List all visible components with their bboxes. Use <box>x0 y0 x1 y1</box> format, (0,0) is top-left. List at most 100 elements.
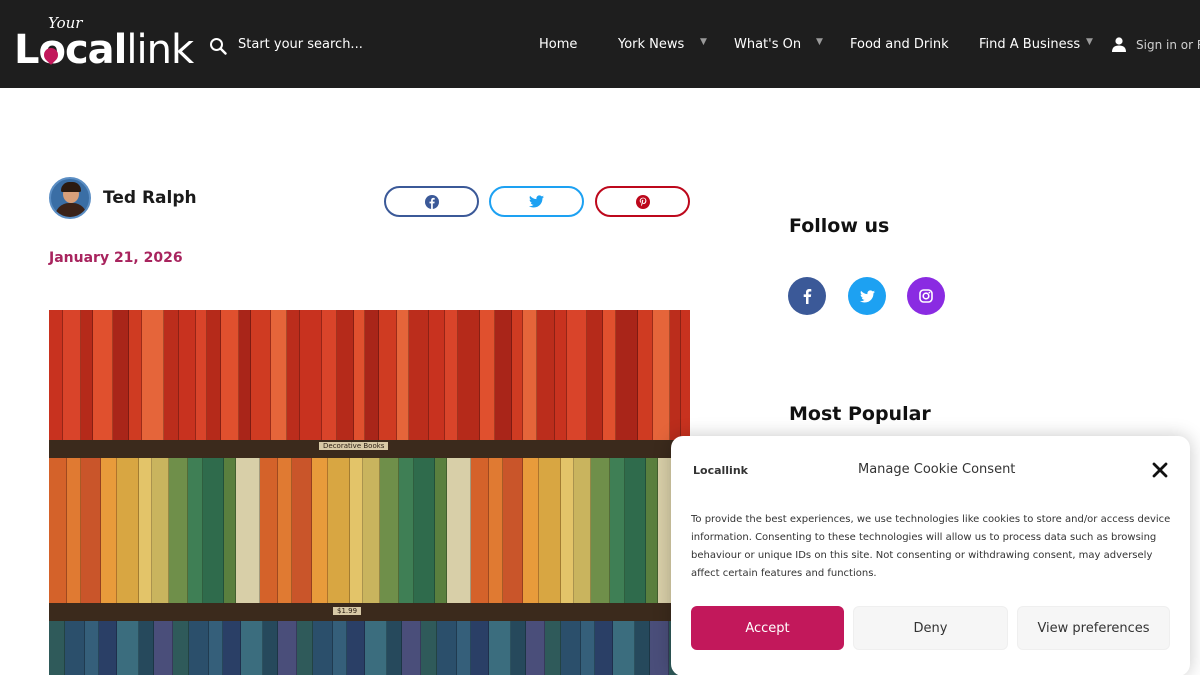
book-spine <box>251 310 271 440</box>
book-spine <box>613 621 635 675</box>
shelf-board <box>49 603 690 621</box>
nav-york-news[interactable]: York News <box>618 37 684 52</box>
search-icon[interactable] <box>209 37 227 55</box>
follow-us-heading: Follow us <box>789 215 890 237</box>
book-spine <box>603 310 616 440</box>
book-spine <box>129 310 142 440</box>
book-spine <box>489 621 511 675</box>
chevron-down-icon[interactable]: ▼ <box>816 37 823 47</box>
book-spine <box>271 310 287 440</box>
book-spine <box>154 621 173 675</box>
book-spine <box>179 310 196 440</box>
book-spine <box>635 621 650 675</box>
book-row-blue <box>49 621 690 675</box>
follow-twitter-button[interactable] <box>848 277 886 315</box>
book-spine <box>328 458 350 603</box>
book-spine <box>402 621 421 675</box>
book-spine <box>241 621 263 675</box>
deny-button[interactable]: Deny <box>853 606 1008 650</box>
book-spine <box>354 310 365 440</box>
book-spine <box>380 458 399 603</box>
book-spine <box>142 310 164 440</box>
book-spine <box>616 310 638 440</box>
book-spine <box>207 310 221 440</box>
follow-facebook-button[interactable] <box>788 277 826 315</box>
book-spine <box>350 458 363 603</box>
book-spine <box>224 458 236 603</box>
book-spine <box>101 458 117 603</box>
share-facebook-button[interactable] <box>384 186 479 217</box>
book-spine <box>650 621 669 675</box>
nav-find-a-business[interactable]: Find A Business <box>979 37 1080 52</box>
book-spine <box>379 310 397 440</box>
book-spine <box>152 458 169 603</box>
book-spine <box>574 458 591 603</box>
book-spine <box>545 621 561 675</box>
book-spine <box>99 621 117 675</box>
nav-whats-on[interactable]: What's On <box>734 37 801 52</box>
close-icon[interactable] <box>1150 460 1170 480</box>
book-spine <box>63 310 81 440</box>
book-row-orange-green <box>49 458 690 603</box>
book-spine <box>591 458 610 603</box>
nav-home[interactable]: Home <box>539 37 577 52</box>
book-spine <box>567 310 587 440</box>
book-spine <box>595 621 613 675</box>
avatar-hair <box>61 182 81 192</box>
book-spine <box>287 310 300 440</box>
book-spine <box>539 458 561 603</box>
chevron-down-icon[interactable]: ▼ <box>1086 37 1093 47</box>
book-spine <box>260 458 278 603</box>
share-twitter-button[interactable] <box>489 186 584 217</box>
book-spine <box>397 310 409 440</box>
book-spine <box>587 310 603 440</box>
accept-button[interactable]: Accept <box>691 606 844 650</box>
book-spine <box>670 310 681 440</box>
site-header: Your Locallink Start your search... Home… <box>0 0 1200 88</box>
book-spine <box>347 621 365 675</box>
book-spine <box>173 621 189 675</box>
book-spine <box>414 458 435 603</box>
post-date: January 21, 2026 <box>49 250 183 266</box>
book-spine <box>49 310 63 440</box>
book-spine <box>65 621 85 675</box>
book-spine <box>223 621 241 675</box>
book-spine <box>387 621 402 675</box>
book-spine <box>300 310 322 440</box>
book-spine <box>49 458 67 603</box>
search-input[interactable]: Start your search... <box>238 37 363 52</box>
book-spine <box>646 458 658 603</box>
author-avatar[interactable] <box>49 177 91 219</box>
book-spine <box>399 458 414 603</box>
book-spine <box>581 621 595 675</box>
cookie-logo: Locallink <box>693 464 748 477</box>
follow-instagram-button[interactable] <box>907 277 945 315</box>
logo-thin-text: link <box>126 27 194 73</box>
book-spine <box>511 621 526 675</box>
book-spine <box>429 310 445 440</box>
featured-image: Decorative Books $1.99 <box>49 310 690 675</box>
user-icon[interactable] <box>1111 36 1127 52</box>
signin-link[interactable]: Sign in or R <box>1136 38 1200 52</box>
book-spine <box>610 458 625 603</box>
book-spine <box>489 458 503 603</box>
book-spine <box>139 458 152 603</box>
site-logo[interactable]: Your Locallink <box>14 14 194 73</box>
book-spine <box>337 310 354 440</box>
chevron-down-icon[interactable]: ▼ <box>700 37 707 47</box>
book-spine <box>263 621 278 675</box>
book-spine <box>421 621 437 675</box>
book-spine <box>117 621 139 675</box>
book-spine <box>653 310 670 440</box>
book-spine <box>437 621 457 675</box>
author-name[interactable]: Ted Ralph <box>103 188 197 208</box>
book-spine <box>512 310 523 440</box>
book-spine <box>365 310 379 440</box>
book-spine <box>209 621 223 675</box>
shelf-label: Decorative Books <box>319 442 389 450</box>
view-preferences-button[interactable]: View preferences <box>1017 606 1170 650</box>
nav-food-and-drink[interactable]: Food and Drink <box>850 37 949 52</box>
book-spine <box>471 621 489 675</box>
book-spine <box>625 458 646 603</box>
share-pinterest-button[interactable] <box>595 186 690 217</box>
